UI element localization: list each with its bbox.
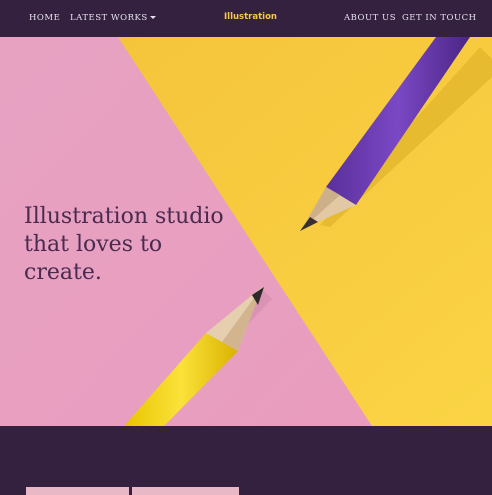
nav-about-link[interactable]: ABOUT US: [344, 13, 396, 23]
content-card[interactable]: [26, 487, 129, 495]
top-navbar: HOME LATEST WORKS Illustration ABOUT US …: [0, 0, 492, 37]
hero-title-line-1: Illustration studio: [24, 204, 224, 229]
content-card[interactable]: [132, 487, 239, 495]
nav-contact-link[interactable]: GET IN TOUCH: [402, 13, 477, 23]
hero-section: Illustration studio that loves to create…: [0, 37, 492, 426]
hero-title-line-3: create.: [24, 260, 102, 285]
nav-latest-works-label: LATEST WORKS: [70, 13, 148, 23]
hero-title-line-2: that loves to: [24, 232, 163, 257]
nav-latest-works-dropdown[interactable]: LATEST WORKS: [70, 13, 156, 23]
nav-home-link[interactable]: HOME: [29, 13, 60, 23]
content-section: [0, 426, 492, 492]
caret-down-icon: [149, 15, 156, 19]
brand-logo[interactable]: Illustration: [224, 12, 277, 22]
hero-title: Illustration studio that loves to create…: [24, 203, 224, 287]
